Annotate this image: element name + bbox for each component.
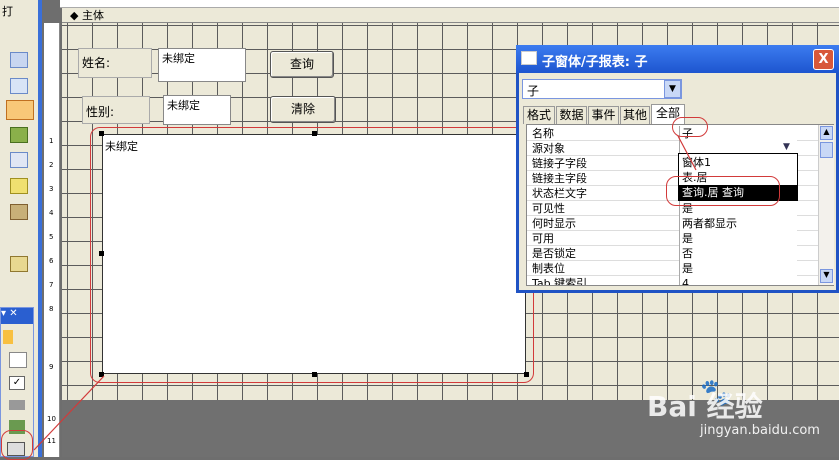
ruler-mark: 5 — [49, 233, 54, 241]
gender-label-box[interactable]: 性别: — [82, 96, 150, 124]
print-label: 打 — [2, 5, 13, 18]
annotation-query-circle — [666, 176, 780, 206]
watermark-url: jingyan.baidu.com — [700, 423, 820, 438]
page-icon[interactable] — [10, 152, 28, 168]
ruler-mark: 7 — [49, 281, 54, 289]
chevron-down-icon[interactable]: ▼ — [664, 80, 681, 98]
print-button[interactable]: 打 — [0, 0, 40, 20]
section-arrow-icon: ◆ — [70, 9, 79, 22]
property-value[interactable]: 4 — [679, 276, 797, 285]
property-name: 是否锁定 — [532, 247, 576, 260]
ruler-mark: 6 — [49, 257, 54, 265]
table-icon[interactable] — [10, 52, 28, 68]
property-sheet-titlebar[interactable]: 子窗体/子报表: 子 — [516, 45, 839, 73]
ruler-mark: 4 — [49, 209, 54, 217]
section-title: 主体 — [81, 9, 104, 22]
scroll-thumb[interactable] — [820, 142, 833, 158]
property-value[interactable]: 是 — [679, 231, 797, 246]
property-row[interactable]: 是否锁定 否 — [527, 246, 819, 261]
property-name: Tab 键索引 — [532, 277, 588, 286]
form-icon[interactable] — [6, 100, 34, 120]
ruler-mark: 1 — [49, 137, 54, 145]
property-value[interactable]: 否 — [679, 246, 797, 261]
horizontal-ruler — [60, 0, 839, 8]
property-row[interactable]: 何时显示 两者都显示 — [527, 216, 819, 231]
property-name: 源对象 — [532, 142, 565, 155]
property-name: 制表位 — [532, 262, 565, 275]
gender-textbox[interactable]: 未绑定 — [163, 95, 231, 125]
report-icon[interactable] — [10, 127, 28, 143]
property-row[interactable]: Tab 键索引 4 — [527, 276, 819, 286]
property-name: 链接子字段 — [532, 157, 587, 170]
property-value[interactable]: 是 — [679, 261, 797, 276]
property-scrollbar[interactable]: ▲ ▼ — [818, 125, 834, 285]
name-label: 姓名: — [82, 56, 111, 70]
module-icon[interactable] — [10, 204, 28, 220]
chevron-down-icon[interactable]: ▼ — [783, 142, 790, 152]
ruler-mark: 3 — [49, 185, 54, 193]
tab-event[interactable]: 事件 — [588, 106, 619, 124]
query-icon[interactable] — [10, 78, 28, 94]
property-value[interactable]: 两者都显示 — [679, 216, 797, 231]
gender-label: 性别: — [86, 105, 115, 119]
ruler-mark: 8 — [49, 305, 54, 313]
toolbox-titlebar[interactable]: ▾ ✕ — [1, 308, 33, 324]
annotation-subform-outline — [90, 127, 534, 383]
group-icon[interactable] — [10, 256, 28, 272]
tab-other[interactable]: 其他 — [620, 106, 650, 124]
property-row[interactable]: 制表位 是 — [527, 261, 819, 276]
annotation-connector — [33, 375, 105, 451]
property-name: 可见性 — [532, 202, 565, 215]
property-name: 何时显示 — [532, 217, 576, 230]
watermark-brand: Bai 经验 — [647, 390, 763, 423]
property-name: 状态栏文字 — [532, 187, 587, 200]
clear-button[interactable]: 清除 — [270, 96, 336, 123]
name-label-box[interactable]: 姓名: — [78, 48, 152, 78]
close-button[interactable]: X — [813, 49, 834, 70]
tab-format[interactable]: 格式 — [523, 106, 555, 124]
name-textbox[interactable]: 未绑定 — [158, 48, 246, 82]
object-selector[interactable]: 子 — [522, 79, 682, 99]
annotation-line — [677, 135, 697, 171]
window-icon — [521, 51, 537, 65]
select-tool-icon[interactable] — [3, 330, 13, 344]
property-row[interactable]: 可用 是 — [527, 231, 819, 246]
ruler-mark: 2 — [49, 161, 54, 169]
property-sheet-title: 子窗体/子报表: 子 — [542, 55, 648, 70]
property-name: 链接主字段 — [532, 172, 587, 185]
scroll-up-icon[interactable]: ▲ — [820, 126, 833, 140]
macro-icon[interactable] — [10, 178, 28, 194]
property-name: 可用 — [532, 232, 554, 245]
textbox-tool-icon[interactable] — [9, 352, 27, 368]
section-header-detail[interactable]: ◆ 主体 — [62, 8, 839, 23]
tab-data[interactable]: 数据 — [556, 106, 587, 124]
scroll-down-icon[interactable]: ▼ — [820, 269, 833, 283]
query-button[interactable]: 查询 — [270, 51, 334, 78]
property-name: 名称 — [532, 127, 554, 140]
